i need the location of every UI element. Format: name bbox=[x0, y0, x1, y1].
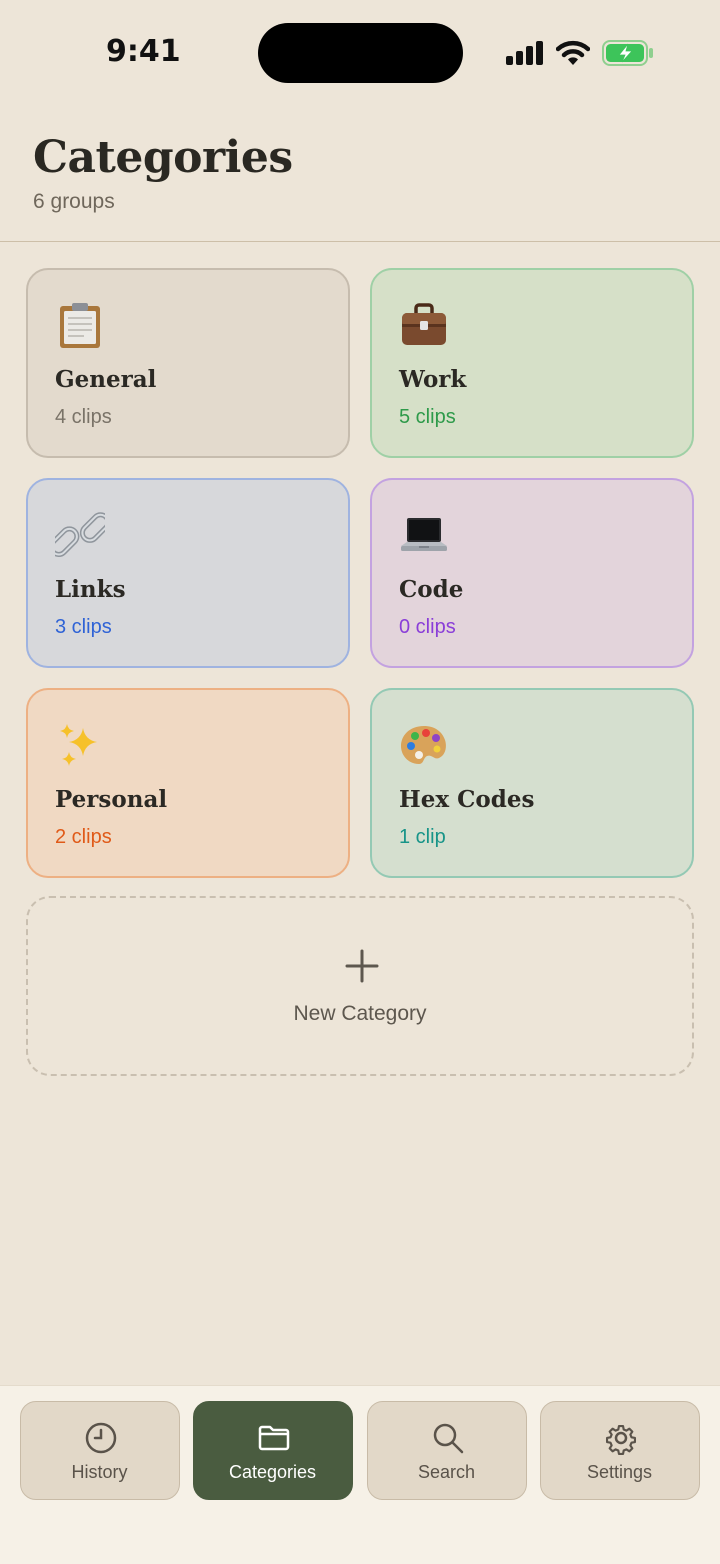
new-category-label: New Category bbox=[293, 1002, 427, 1025]
category-name: General bbox=[55, 366, 157, 393]
briefcase-icon bbox=[402, 303, 446, 345]
link-icon bbox=[55, 512, 105, 558]
battery-charging-icon bbox=[602, 40, 653, 66]
page-header: Categories 6 groups bbox=[0, 106, 720, 242]
status-icons bbox=[506, 38, 654, 68]
folder-icon bbox=[258, 1425, 290, 1451]
search-icon bbox=[433, 1423, 464, 1454]
page-title: Categories bbox=[33, 132, 293, 183]
new-category-button[interactable]: New Category bbox=[26, 896, 694, 1076]
category-name: Personal bbox=[55, 786, 168, 813]
category-card-code[interactable]: Code 0 clips bbox=[370, 478, 694, 668]
category-card-hex-codes[interactable]: Hex Codes 1 clip bbox=[370, 688, 694, 878]
category-clip-count: 4 clips bbox=[55, 406, 112, 428]
category-name: Links bbox=[55, 576, 126, 603]
tab-label: Search bbox=[417, 1462, 476, 1482]
category-clip-count: 2 clips bbox=[55, 826, 112, 848]
palette-icon bbox=[401, 726, 446, 764]
clipboard-icon bbox=[60, 303, 100, 348]
clock-icon bbox=[85, 1422, 117, 1454]
tab-settings[interactable]: Settings bbox=[540, 1401, 700, 1500]
category-clip-count: 0 clips bbox=[399, 616, 456, 638]
tab-history[interactable]: History bbox=[20, 1401, 180, 1500]
status-bar: 9:41 bbox=[0, 0, 720, 106]
category-name: Hex Codes bbox=[399, 786, 535, 813]
category-clip-count: 1 clip bbox=[399, 826, 446, 848]
category-name: Code bbox=[399, 576, 464, 603]
status-time: 9:41 bbox=[106, 34, 181, 69]
category-clip-count: 3 clips bbox=[55, 616, 112, 638]
category-clip-count: 5 clips bbox=[399, 406, 456, 428]
cellular-signal-icon bbox=[506, 41, 543, 65]
tab-categories[interactable]: Categories bbox=[193, 1401, 353, 1500]
tab-label: Settings bbox=[586, 1462, 653, 1482]
category-card-personal[interactable]: Personal 2 clips bbox=[26, 688, 350, 878]
category-card-general[interactable]: General 4 clips bbox=[26, 268, 350, 458]
tab-bar: History Categories Search Settings bbox=[0, 1385, 720, 1564]
tab-label: Categories bbox=[228, 1462, 317, 1482]
laptop-icon bbox=[401, 518, 447, 551]
group-count: 6 groups bbox=[33, 190, 115, 213]
sparkles-icon bbox=[60, 724, 97, 766]
tab-search[interactable]: Search bbox=[367, 1401, 527, 1500]
plus-icon bbox=[345, 949, 379, 983]
category-card-work[interactable]: Work 5 clips bbox=[370, 268, 694, 458]
category-name: Work bbox=[399, 366, 467, 393]
tab-label: History bbox=[71, 1462, 128, 1482]
gear-icon bbox=[605, 1424, 637, 1456]
dynamic-island bbox=[258, 23, 463, 83]
category-card-links[interactable]: Links 3 clips bbox=[26, 478, 350, 668]
wifi-icon bbox=[556, 40, 590, 65]
